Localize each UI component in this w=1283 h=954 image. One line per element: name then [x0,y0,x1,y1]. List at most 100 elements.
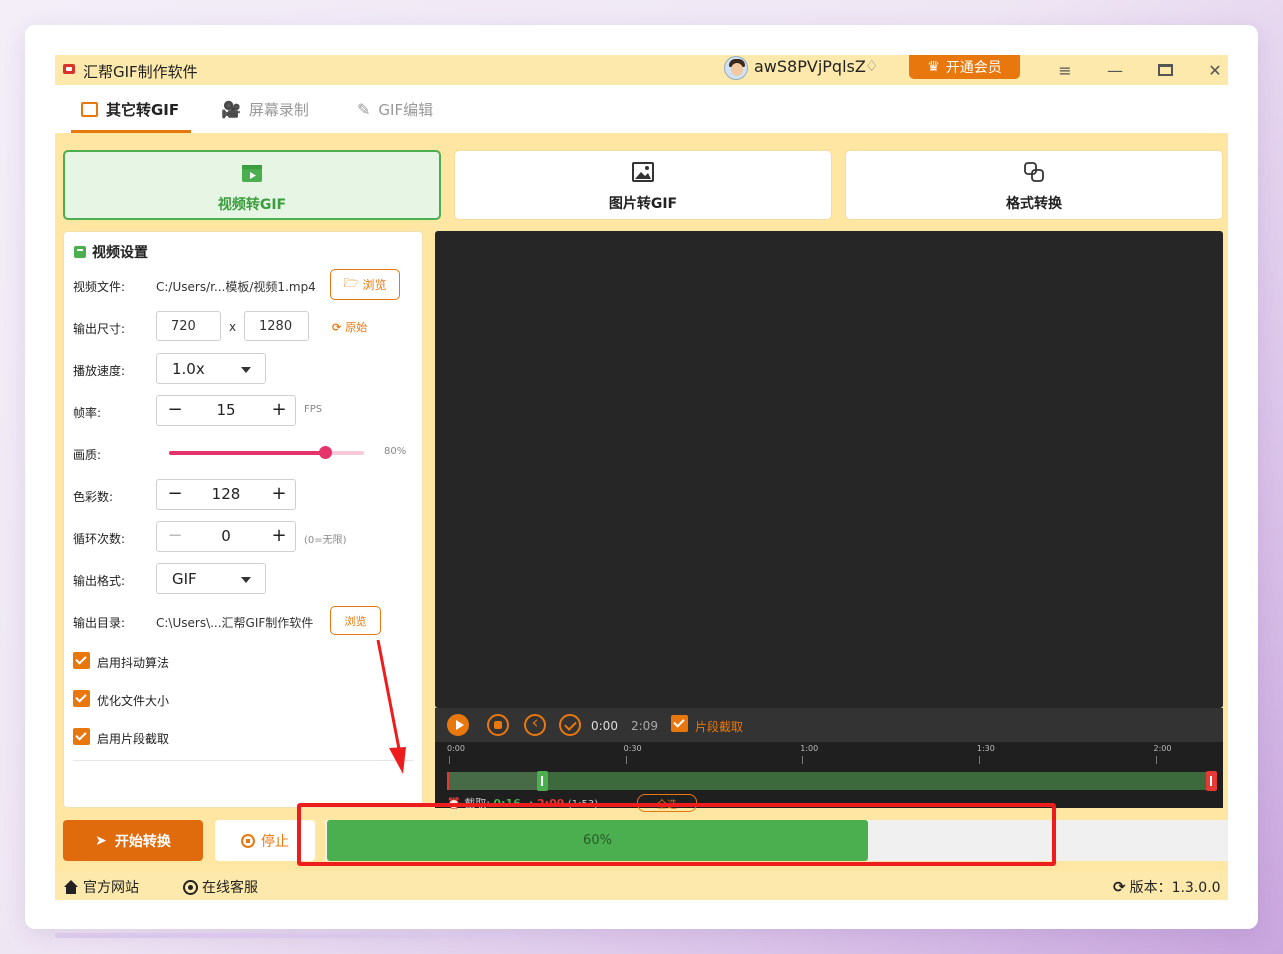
update-icon: ⟳ [1113,878,1126,896]
panel-divider [73,760,413,761]
start-convert-button[interactable]: ➤ 开始转换 [63,820,203,861]
clip-end-handle[interactable] [1206,771,1217,791]
current-time: 0:00 [591,719,618,733]
title-bar: 汇帮GIF制作软件 awS8PVjPqlsZ ♢ ♛ 开通会员 ≡ — ✕ [55,55,1228,85]
speed-select[interactable]: 1.0x [156,353,266,384]
video-settings-panel: 视频设置 视频文件: C:/Users/r...模板/视频1.mp4 🗁 浏览 … [63,231,423,808]
timeline-tick-label: 1:30 [976,744,995,753]
website-link[interactable]: 官方网站 [63,877,139,897]
fps-minus-button[interactable]: − [165,399,185,423]
prev-frame-icon[interactable] [524,713,546,736]
mode-image-to-gif[interactable]: 图片转GIF [454,150,832,220]
top-tabs: 其它转GIF 🎥 屏幕录制 ✎ GIF编辑 [55,85,1228,133]
fps-stepper[interactable]: − 15 + [156,395,296,426]
folder-icon: 🗁 [343,276,359,290]
colors-plus-button[interactable]: + [269,483,289,507]
clip-toggle-label: 片段截取 [695,720,744,734]
loop-label: 循环次数: [73,532,126,546]
colors-label: 色彩数: [73,490,114,504]
timeline-tick [449,756,450,764]
image-icon [81,101,98,117]
app-window: 汇帮GIF制作软件 awS8PVjPqlsZ ♢ ♛ 开通会员 ≡ — ✕ 其它… [55,55,1228,900]
play-icon[interactable] [447,714,469,736]
outdir-label: 输出目录: [73,616,126,630]
panel-title: 视频设置 [74,242,148,262]
avatar[interactable] [724,56,748,80]
browse-file-button[interactable]: 🗁 浏览 [330,269,400,300]
width-input[interactable]: 720 [156,311,221,341]
clip-checkbox[interactable] [73,728,90,745]
browse-outdir-button[interactable]: 浏览 [330,606,381,635]
colors-minus-button[interactable]: − [165,483,185,507]
loop-value[interactable]: 0 [187,522,265,551]
mode-label: 格式转换 [1006,196,1062,212]
height-input[interactable]: 1280 [244,311,309,341]
format-select[interactable]: GIF [156,563,266,594]
timeline-tick [978,756,980,764]
quality-slider-thumb[interactable] [319,446,332,459]
stop-icon[interactable] [487,714,509,736]
crown-icon: ♛ [927,59,940,75]
total-time: 2:09 [631,719,658,733]
menu-icon[interactable]: ≡ [1050,55,1080,85]
confirm-icon[interactable] [559,714,581,736]
fps-unit: FPS [304,404,323,415]
username[interactable]: awS8PVjPqlsZ [754,57,866,76]
timeline-track[interactable] [447,771,1217,791]
send-icon: ➤ [95,832,107,849]
dither-label: 启用抖动算法 [97,656,170,670]
clip-start-handle[interactable] [536,771,548,791]
fps-value[interactable]: 15 [187,396,265,425]
minimize-icon[interactable]: — [1100,55,1130,85]
clip-label: 启用片段截取 [97,732,170,746]
colors-stepper[interactable]: − 128 + [156,479,296,510]
vip-button[interactable]: ♛ 开通会员 [909,55,1020,79]
optimize-label: 优化文件大小 [97,694,170,708]
video-file-label: 视频文件: [73,280,126,294]
timeline-tick-label: 0:00 [447,744,465,753]
playhead[interactable] [447,772,449,790]
support-link[interactable]: 在线客服 [183,877,258,897]
annotation-arrow [376,639,406,774]
loop-stepper[interactable]: − 0 + [156,521,296,552]
maximize-icon[interactable] [1150,55,1180,85]
quality-slider[interactable] [169,446,364,459]
video-file-path: C:/Users/r...模板/视频1.mp4 [156,280,316,294]
timeline-tick-label: 2:00 [1153,744,1172,753]
output-size-label: 输出尺寸: [73,322,126,336]
edit-icon: ✎ [357,99,371,119]
scrollbar[interactable] [55,933,517,938]
timeline-tick [802,756,804,764]
tab-screen-record[interactable]: 🎥 屏幕录制 [221,85,309,133]
app-logo-icon [63,64,75,74]
tab-gif-edit[interactable]: ✎ GIF编辑 [357,85,433,133]
fps-plus-button[interactable]: + [269,399,289,423]
camera-icon: 🎥 [221,99,241,119]
video-preview[interactable] [435,231,1223,708]
vip-button-label: 开通会员 [945,60,1002,76]
dither-checkbox[interactable] [73,652,90,669]
clip-toggle-checkbox[interactable] [671,715,688,732]
original-size-button[interactable]: ⟳ 原始 [332,319,367,335]
app-title: 汇帮GIF制作软件 [83,63,198,81]
tab-label: GIF编辑 [378,100,434,119]
timeline-selection [542,772,1211,790]
loop-minus-button[interactable]: − [165,525,185,549]
close-icon[interactable]: ✕ [1200,55,1228,85]
convert-icon [1024,162,1044,182]
timeline-tick [625,756,627,764]
quality-value: 80% [384,446,407,457]
quality-slider-fill [169,451,325,455]
loop-hint: (0=无限) [304,535,347,546]
refresh-icon: ⟳ [332,320,342,334]
version-info[interactable]: ⟳ 版本：1.3.0.0 [1113,877,1221,897]
mode-video-to-gif[interactable]: 视频转GIF [63,150,441,220]
colors-value[interactable]: 128 [187,480,265,509]
mode-format-convert[interactable]: 格式转换 [845,150,1223,220]
loop-plus-button[interactable]: + [269,525,289,549]
tab-other-to-gif[interactable]: 其它转GIF [71,85,191,133]
diamond-icon: ♢ [865,57,879,75]
stop-circle-icon [241,833,255,848]
optimize-checkbox[interactable] [73,690,90,707]
timeline: ⏰ 截取: 0:16 → 2:09 (1:53) 全选 0:00 0:30 1:00… [435,742,1223,812]
